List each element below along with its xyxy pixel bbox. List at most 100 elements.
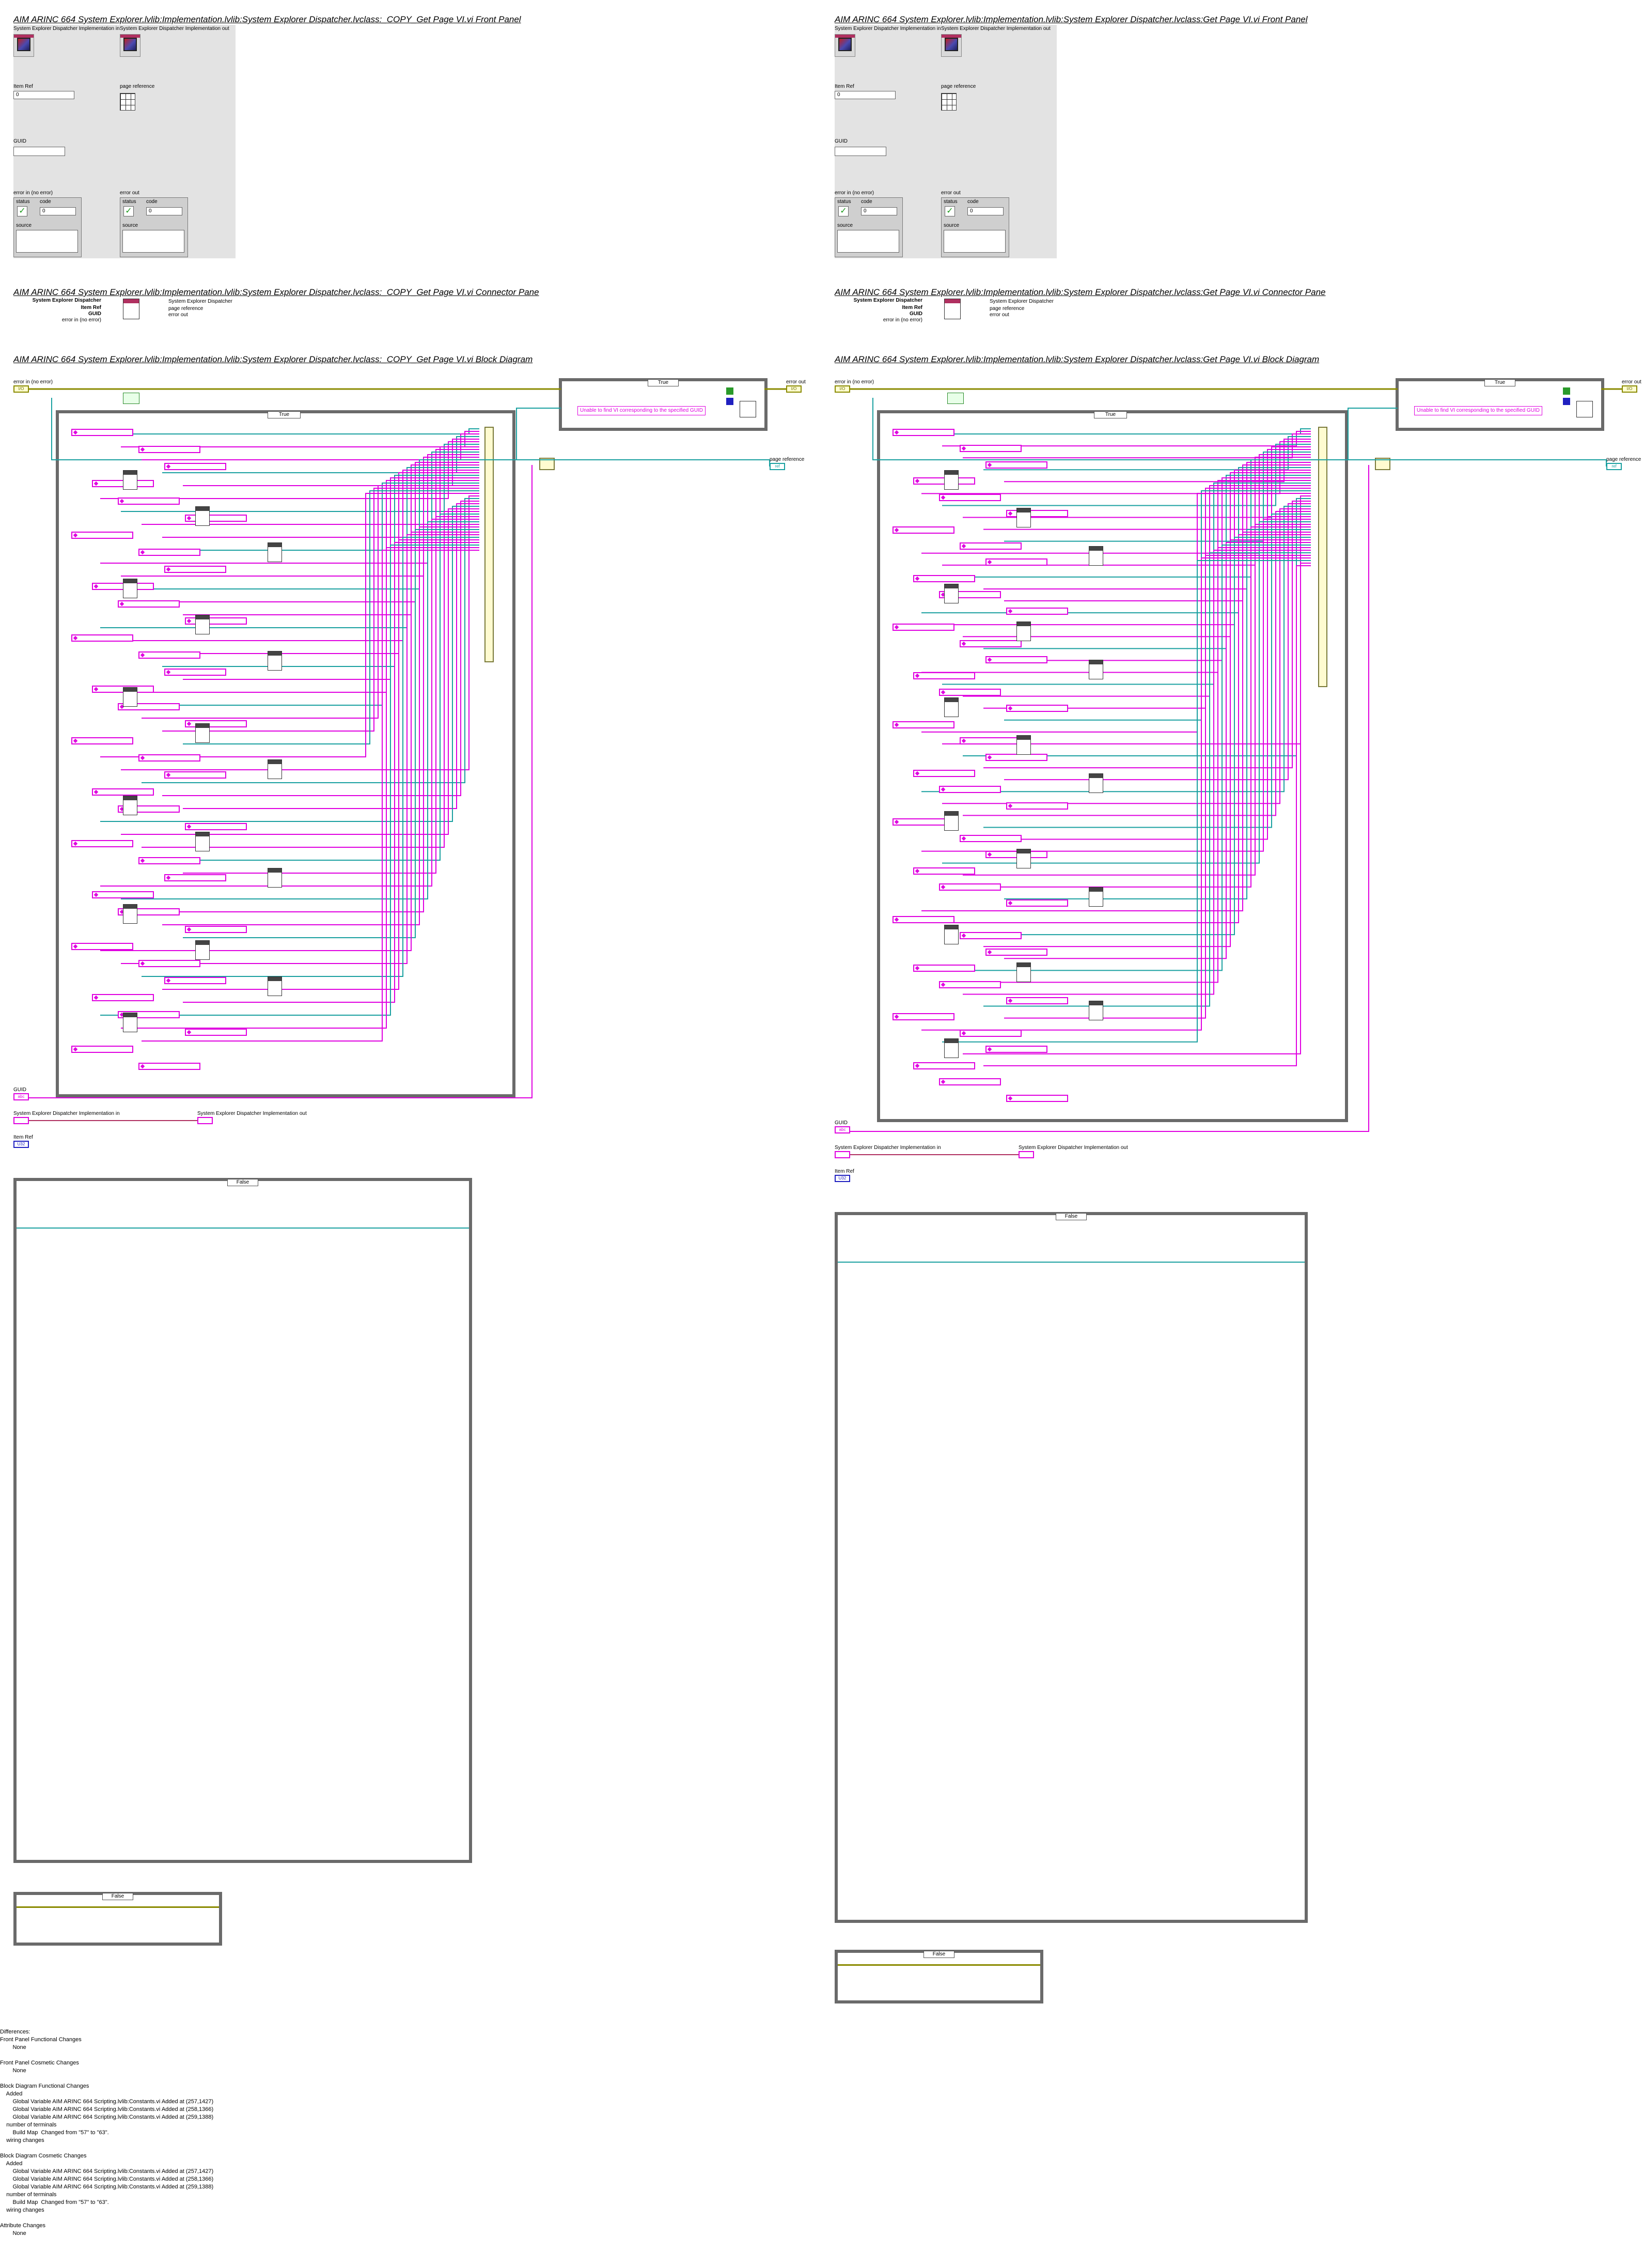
wire (100, 493, 479, 757)
subvi-icon[interactable] (1089, 1000, 1103, 1020)
guid-global-variable (939, 493, 1001, 501)
subvi-icon[interactable] (195, 832, 210, 851)
source-label: source (16, 223, 32, 228)
impl-wire (850, 1154, 1019, 1155)
subvi-icon[interactable] (268, 651, 282, 671)
wire (921, 428, 1311, 434)
guid-global-variable (92, 994, 154, 1002)
subvi-icon[interactable] (268, 976, 282, 996)
impl-in-control[interactable] (835, 34, 855, 57)
guid-global-variable (138, 1062, 200, 1070)
guid-global-variable (71, 1045, 133, 1053)
subvi-icon[interactable] (944, 697, 959, 717)
left-connector-pane: System Explorer Dispatcher Item Ref GUID… (13, 298, 251, 329)
subvi-icon[interactable] (944, 811, 959, 831)
subvi-icon[interactable] (1016, 735, 1031, 755)
subvi-icon[interactable] (944, 584, 959, 603)
guid-terminal: abc (13, 1093, 29, 1100)
subvi-icon[interactable] (123, 579, 137, 598)
subvi-icon[interactable] (195, 506, 210, 526)
subvi-icon[interactable] (195, 940, 210, 960)
subvi-icon[interactable] (1089, 887, 1103, 907)
subvi-icon[interactable] (1089, 546, 1103, 566)
right-false-case-1-selector[interactable]: False (1056, 1213, 1087, 1220)
guid-control[interactable] (13, 147, 65, 156)
item-ref-control[interactable]: 0 (13, 91, 74, 99)
page-reference-label: page reference (120, 84, 155, 89)
status-checkmark-icon[interactable]: ✓ (838, 206, 849, 216)
right-false-case-2-wire (838, 1964, 1040, 1966)
left-false-case-2-selector[interactable]: False (102, 1893, 133, 1900)
subvi-icon[interactable] (1089, 773, 1103, 793)
error-out-cluster: status code ✓ 0 source (120, 197, 188, 257)
guid-global-variable (71, 840, 133, 847)
guid-global-variable (939, 1078, 1001, 1086)
wire (983, 488, 1311, 709)
subvi-icon[interactable] (195, 615, 210, 634)
subvi-icon[interactable] (1016, 508, 1031, 528)
wire (183, 516, 479, 874)
code-field[interactable]: 0 (861, 207, 897, 215)
wire (121, 547, 479, 1029)
subvi-icon[interactable] (123, 904, 137, 924)
subvi-icon[interactable] (268, 759, 282, 779)
subvi-icon[interactable] (268, 868, 282, 888)
connector-icon (944, 299, 961, 319)
subvi-icon[interactable] (123, 796, 137, 815)
conn-in-error: error in (no error) (61, 317, 101, 323)
subvi-icon[interactable] (1016, 849, 1031, 869)
error-out-label: error out (941, 190, 961, 196)
difference-line: number of terminals (0, 2192, 57, 2198)
right-false-case-1-wire (838, 1262, 1305, 1263)
error-in-cluster[interactable]: status code ✓ 0 source (13, 197, 82, 257)
status-label: status (944, 199, 958, 205)
difference-line: None (0, 2044, 26, 2050)
guid-global-variable (1006, 899, 1068, 907)
left-false-case-1 (13, 1178, 472, 1863)
wire (963, 550, 1311, 995)
guid-global-variable (913, 965, 975, 972)
guid-label: GUID (835, 138, 848, 144)
subvi-icon[interactable] (1089, 659, 1103, 679)
code-field[interactable]: 0 (40, 207, 76, 215)
subvi-icon[interactable] (195, 723, 210, 743)
subvi-icon[interactable] (123, 470, 137, 490)
status-checkmark-icon[interactable]: ✓ (17, 206, 27, 216)
subvi-icon[interactable] (1016, 962, 1031, 983)
guid-global-variable (960, 737, 1022, 745)
subvi-icon[interactable] (944, 1038, 959, 1058)
subvi-icon[interactable] (944, 470, 959, 490)
left-false-case-1-selector[interactable]: False (227, 1179, 258, 1186)
error-in-cluster[interactable]: status code ✓ 0 source (835, 197, 903, 257)
guid-global-variable (1006, 802, 1068, 810)
subvi-icon[interactable] (268, 542, 282, 562)
guid-global-variable (913, 574, 975, 582)
item-ref-control[interactable]: 0 (835, 91, 896, 99)
subvi-icon[interactable] (123, 1013, 137, 1032)
source-field[interactable] (837, 230, 899, 253)
subvi-icon[interactable] (944, 925, 959, 944)
code-field: 0 (967, 207, 1004, 215)
subvi-icon[interactable] (1016, 622, 1031, 642)
left-connector-title: AIM ARINC 664 System Explorer.lvlib:Impl… (13, 287, 539, 297)
right-connector-title: AIM ARINC 664 System Explorer.lvlib:Impl… (835, 287, 1326, 297)
impl-in-terminal-label: System Explorer Dispatcher Implementatio… (13, 1111, 120, 1116)
difference-line: Global Variable AIM ARINC 664 Scripting.… (0, 2168, 214, 2174)
difference-line: Global Variable AIM ARINC 664 Scripting.… (0, 2106, 214, 2112)
wire (183, 477, 479, 680)
subvi-icon[interactable] (123, 687, 137, 707)
wire (1004, 542, 1311, 959)
guid-control[interactable] (835, 147, 886, 156)
difference-line: Build Map Changed from "57" to "63". (0, 2130, 109, 2136)
guid-global-variable (960, 932, 1022, 940)
left-front-panel-title: AIM ARINC 664 System Explorer.lvlib:Impl… (13, 14, 521, 24)
impl-in-control[interactable] (13, 34, 34, 57)
wire (1004, 490, 1311, 721)
difference-line: Global Variable AIM ARINC 664 Scripting.… (0, 2184, 214, 2190)
conn-out-error: error out (990, 312, 1009, 318)
guid-global-variable (164, 977, 226, 985)
source-label: source (944, 223, 960, 228)
source-field[interactable] (16, 230, 78, 253)
guid-global-variable (185, 925, 247, 933)
right-false-case-2-selector[interactable]: False (923, 1951, 954, 1958)
